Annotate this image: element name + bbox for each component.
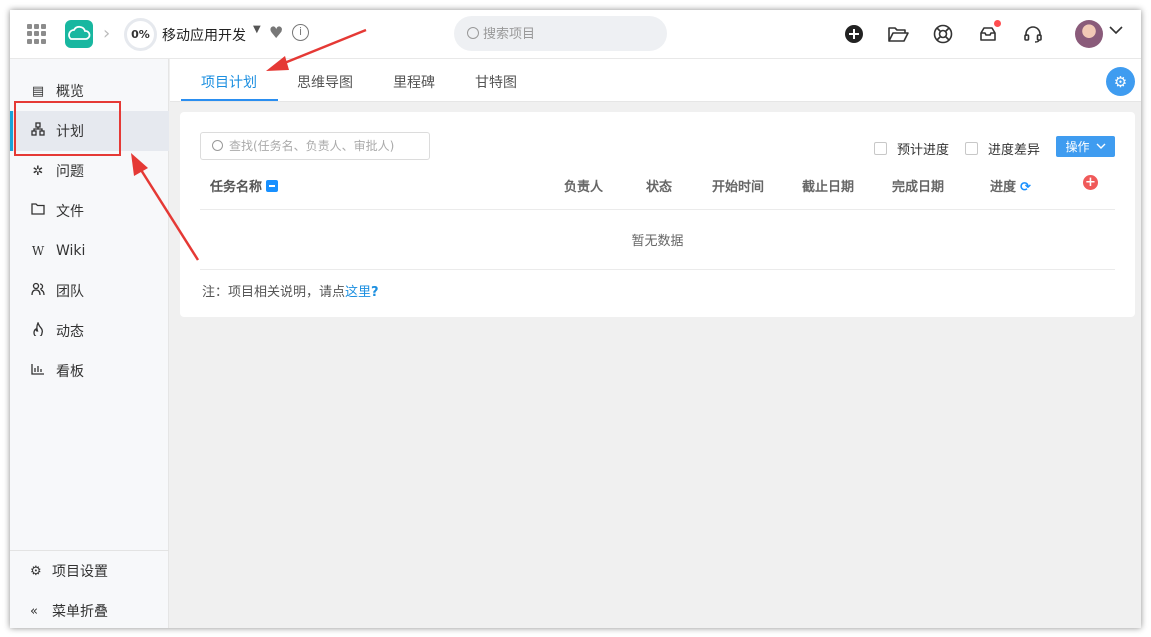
annotation-arrows — [131, 28, 367, 261]
